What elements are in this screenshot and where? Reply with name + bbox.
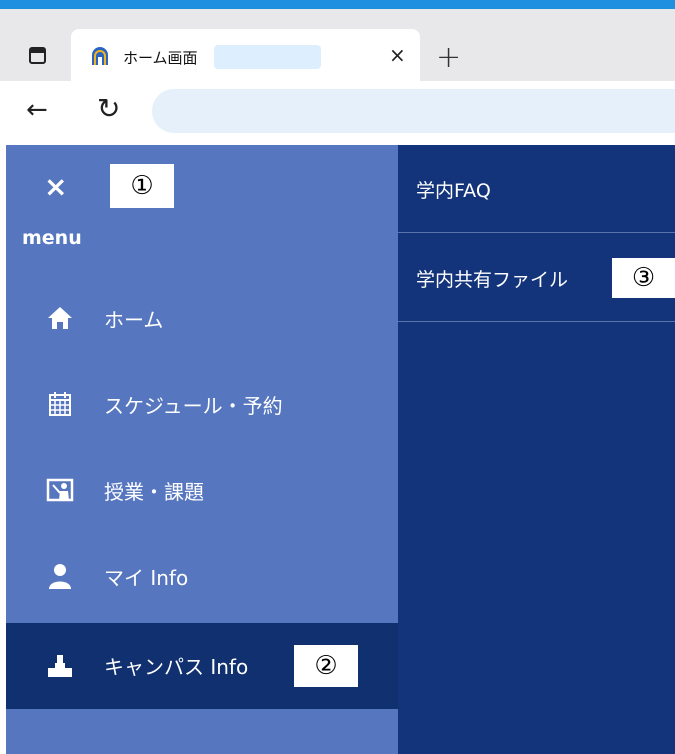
nav-item-classes[interactable]: 授業・課題 [6,448,398,534]
annotation-label-2: ② [294,645,358,687]
tab-title: ホーム画面 [123,49,198,67]
calendar-icon [49,392,71,416]
annotation-label-3: ③ [612,258,675,298]
browser-toolbar: ← ↻ [0,81,675,145]
nav-item-label: スケジュール・予約 [104,394,283,418]
submenu-item-shared-files[interactable]: 学内共有ファイル ③ [398,234,675,322]
side-menu: × ① menu ホーム スケジュール・予約 授業・課題 マイ Info キャン… [6,145,398,754]
window-accent-strip [0,0,675,9]
close-menu-icon[interactable]: × [44,173,67,201]
site-favicon-icon [92,47,108,65]
nav-item-label: 授業・課題 [104,480,204,504]
nav-item-label: マイ Info [104,566,189,590]
campus-icon [48,655,72,677]
nav-item-schedule[interactable]: スケジュール・予約 [6,362,398,448]
submenu-item-label: 学内FAQ [416,180,491,202]
annotation-label-1: ① [110,164,174,208]
nav-item-my-info[interactable]: マイ Info [6,534,398,620]
nav-item-home[interactable]: ホーム [6,276,398,362]
back-icon[interactable]: ← [26,95,48,125]
submenu-item-faq[interactable]: 学内FAQ [398,145,675,233]
new-tab-button[interactable]: + [436,43,461,73]
classroom-icon [46,478,74,502]
menu-label: menu [22,227,82,249]
submenu-item-label: 学内共有ファイル [416,269,569,291]
person-icon [49,564,71,589]
nav-item-campus-info[interactable]: キャンパス Info ② [6,623,398,709]
submenu-panel: 学内FAQ 学内共有ファイル ③ [398,145,675,754]
nav-item-label: ホーム [104,308,164,332]
browser-tab-bar: ホーム画面 × + [0,9,675,90]
home-icon [48,307,72,329]
address-bar-input[interactable] [152,89,675,133]
tab-close-icon[interactable]: × [389,43,406,67]
reload-icon[interactable]: ↻ [97,92,120,125]
tab-actions-icon[interactable] [18,36,56,74]
nav-item-label: キャンパス Info [104,655,249,679]
tab-title-redaction [214,45,321,69]
